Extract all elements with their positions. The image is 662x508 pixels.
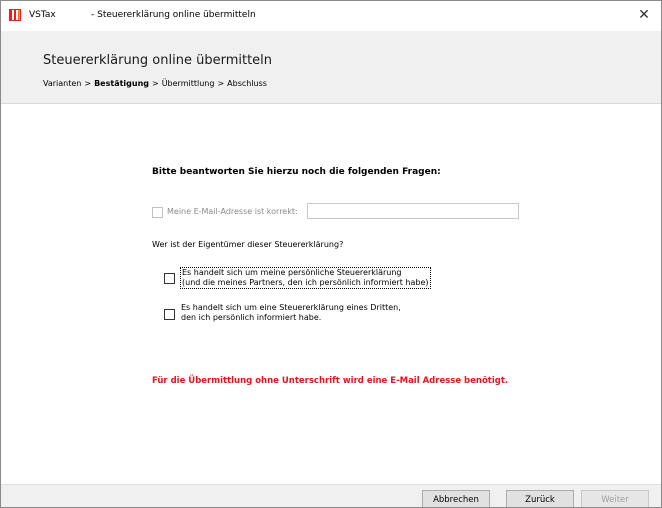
breadcrumb: Varianten > Bestätigung > Übermittlung > Absch… bbox=[43, 79, 267, 88]
option-line-2: den ich persönlich informiert habe. bbox=[181, 313, 322, 322]
option-line-1: Es handelt sich um eine Steuererklärung … bbox=[181, 303, 401, 312]
own-tax-return-checkbox[interactable] bbox=[164, 273, 175, 284]
close-button[interactable]: ✕ bbox=[633, 5, 655, 25]
option-line-2: (und die meines Partners, den ich persön… bbox=[182, 278, 429, 287]
window-title: - Steuererklärung online übermitteln bbox=[91, 10, 256, 20]
app-name: VSTax bbox=[29, 10, 56, 20]
page-title: Steuererklärung online übermitteln bbox=[43, 53, 273, 68]
dialog-window: VSTax - Steuererklärung online übermitte… bbox=[0, 0, 662, 508]
option-line-1: Es handelt sich um meine persönliche Ste… bbox=[182, 268, 402, 277]
email-correct-label: Meine E-Mail-Adresse ist korrekt: bbox=[167, 207, 298, 216]
questions-heading: Bitte beantworten Sie hierzu noch die fo… bbox=[152, 167, 441, 177]
breadcrumb-step-varianten: Varianten bbox=[43, 79, 82, 88]
email-correct-checkbox[interactable] bbox=[152, 207, 163, 218]
back-button[interactable]: Zurück bbox=[506, 490, 574, 507]
breadcrumb-step-abschluss: Abschluss bbox=[227, 79, 267, 88]
title-bar: VSTax - Steuererklärung online übermitte… bbox=[1, 1, 661, 31]
breadcrumb-step-uebermittlung: Übermittlung bbox=[161, 79, 215, 88]
next-button[interactable]: Weiter bbox=[581, 490, 649, 507]
third-party-tax-return-label[interactable]: Es handelt sich um eine Steuererklärung … bbox=[180, 303, 402, 323]
breadcrumb-separator: > bbox=[84, 79, 92, 88]
button-bar: Abbrechen Zurück Weiter bbox=[1, 484, 661, 507]
breadcrumb-separator: > bbox=[217, 79, 225, 88]
close-icon: ✕ bbox=[638, 7, 650, 23]
form-content: Bitte beantworten Sie hierzu noch die fo… bbox=[1, 104, 661, 484]
breadcrumb-separator: > bbox=[152, 79, 159, 88]
cancel-button[interactable]: Abbrechen bbox=[422, 490, 490, 507]
owner-question: Wer ist der Eigentümer dieser Steuererkl… bbox=[152, 240, 344, 249]
vstax-app-icon bbox=[9, 9, 21, 21]
third-party-tax-return-checkbox[interactable] bbox=[164, 309, 175, 320]
breadcrumb-step-bestaetigung: Bestätigung bbox=[94, 79, 149, 88]
wizard-header: Steuererklärung online übermitteln Varia… bbox=[1, 31, 661, 104]
own-tax-return-label[interactable]: Es handelt sich um meine persönliche Ste… bbox=[180, 267, 431, 289]
email-required-warning: Für die Übermittlung ohne Unterschrift w… bbox=[152, 376, 509, 386]
email-input[interactable] bbox=[307, 203, 519, 219]
